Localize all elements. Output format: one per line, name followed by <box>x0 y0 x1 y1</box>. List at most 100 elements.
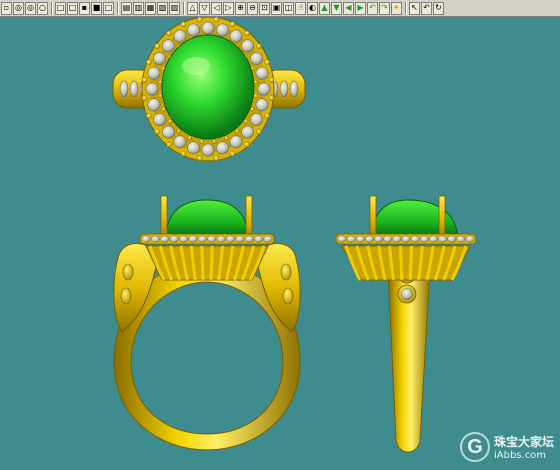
halo-diamond <box>244 235 254 243</box>
inner-gold-bead <box>176 128 181 134</box>
view-circle-icon[interactable]: ◎ <box>13 1 24 15</box>
halo-diamond <box>229 135 243 149</box>
gallery-wire <box>200 245 205 281</box>
rotate-left-icon[interactable]: ↶ <box>367 1 378 15</box>
halo-diamond <box>456 235 466 243</box>
shade-icon[interactable]: ◐ <box>307 1 318 15</box>
halo-gold-bead <box>180 21 187 28</box>
halo-gold-bead <box>268 77 275 83</box>
view-split4-icon[interactable]: ▧ <box>157 1 168 15</box>
halo-diamond <box>249 51 263 65</box>
zoom-out-icon[interactable]: ⊖ <box>247 1 258 15</box>
view-split2-icon[interactable]: ▥ <box>133 1 144 15</box>
halo-gold-bead <box>196 155 203 162</box>
arrow-left-icon[interactable]: ◁ <box>211 1 222 15</box>
inner-gold-bead <box>250 107 255 112</box>
watermark-site-name: 珠宝大家坛 <box>493 435 554 449</box>
halo-diamond <box>169 235 179 243</box>
view-box1-icon[interactable]: □ <box>55 1 66 15</box>
ring-side-view <box>335 195 477 453</box>
halo-diamond <box>465 235 475 243</box>
view-circle3-icon[interactable]: ○ <box>37 1 48 15</box>
inner-gold-bead <box>243 119 249 124</box>
halo-gold-bead <box>141 95 148 101</box>
halo-diamond <box>364 235 374 243</box>
inner-gold-bead <box>199 139 204 144</box>
halo-gold-bead <box>255 43 262 50</box>
halo-diamond <box>337 235 347 243</box>
ring-top-view <box>112 16 306 162</box>
halo-diamond <box>447 235 457 243</box>
halo-diamond <box>355 235 365 243</box>
halo-diamond <box>187 141 201 155</box>
green-down-icon[interactable]: ▼ <box>331 1 342 15</box>
arrow-right-icon[interactable]: ▷ <box>223 1 234 15</box>
view-circle2-icon[interactable]: ◎ <box>25 1 36 15</box>
halo-diamond <box>401 235 411 243</box>
toolbar-separator <box>183 1 185 15</box>
halo-diamond <box>153 51 167 65</box>
inner-gold-bead <box>167 119 173 124</box>
halo-gold-bead <box>146 59 152 66</box>
inner-gold-bead <box>253 93 258 99</box>
view-split5-icon[interactable]: ▨ <box>169 1 180 15</box>
halo-gold-bead <box>229 150 236 157</box>
halo-diamond <box>255 66 269 80</box>
halo-gold-bead <box>166 30 172 37</box>
triangle-down-icon[interactable]: ▽ <box>199 1 210 15</box>
zoom-window-icon[interactable]: ⊡ <box>259 1 270 15</box>
halo-gold-bead <box>264 112 270 119</box>
halo-gold-bead <box>255 128 262 135</box>
halo-diamond <box>229 29 243 43</box>
view-box4-icon[interactable]: ■ <box>91 1 102 15</box>
halo-diamond <box>201 21 215 35</box>
triangle-up-icon[interactable]: △ <box>187 1 198 15</box>
halo-gold-bead <box>268 95 275 101</box>
view-point-icon[interactable]: ▫ <box>1 1 12 15</box>
halo-diamond <box>161 39 175 53</box>
gallery-wire <box>209 245 214 281</box>
inner-gold-bead <box>158 93 163 99</box>
rotate-right-icon[interactable]: ↷ <box>379 1 390 15</box>
halo-gold-bead <box>154 43 161 50</box>
view-box3-icon[interactable]: ▪ <box>79 1 90 15</box>
halo-diamond <box>141 235 151 243</box>
emerald-front <box>165 199 249 239</box>
halo-diamond <box>241 125 255 139</box>
halo-diamond <box>216 235 226 243</box>
halo-diamond <box>410 235 420 243</box>
green-left-icon[interactable]: ◀ <box>343 1 354 15</box>
select-arrow-icon[interactable]: ↖ <box>409 1 420 15</box>
ring-front-view <box>113 195 301 451</box>
halo-diamond <box>161 125 175 139</box>
view-split1-icon[interactable]: ▤ <box>121 1 132 15</box>
zoom-extents-icon[interactable]: ▣ <box>271 1 282 15</box>
halo-diamond <box>201 143 215 157</box>
view-box2-icon[interactable]: □ <box>67 1 78 15</box>
halo-diamond <box>257 82 271 96</box>
halo-diamond <box>255 98 269 112</box>
watermark-site-url: iAbbs.com <box>493 450 547 461</box>
halo-diamond <box>374 235 384 243</box>
halo-gold-bead <box>154 128 161 135</box>
inner-gold-bead <box>212 139 217 144</box>
halo-gold-bead <box>264 59 270 66</box>
green-up-icon[interactable]: ▲ <box>319 1 330 15</box>
zoom-fit-icon[interactable]: ◫ <box>283 1 294 15</box>
view-split3-icon[interactable]: ▦ <box>145 1 156 15</box>
light-icon[interactable]: ✦ <box>391 1 402 15</box>
cad-viewport[interactable]: G 珠宝大家坛 iAbbs.com <box>0 16 560 466</box>
pan-icon[interactable]: ☝ <box>295 1 306 15</box>
inner-gold-bead <box>235 128 240 134</box>
halo-diamond <box>173 29 187 43</box>
halo-diamond <box>215 141 229 155</box>
view-box5-icon[interactable]: □ <box>103 1 114 15</box>
green-right-icon[interactable]: ▶ <box>355 1 366 15</box>
zoom-in-icon[interactable]: ⊕ <box>235 1 246 15</box>
inner-gold-bead <box>161 107 166 112</box>
undo-icon[interactable]: ↶ <box>421 1 432 15</box>
halo-diamond <box>147 98 161 112</box>
halo-diamond <box>346 235 356 243</box>
redo-icon[interactable]: ↻ <box>433 1 444 15</box>
gallery-wire <box>408 245 413 281</box>
